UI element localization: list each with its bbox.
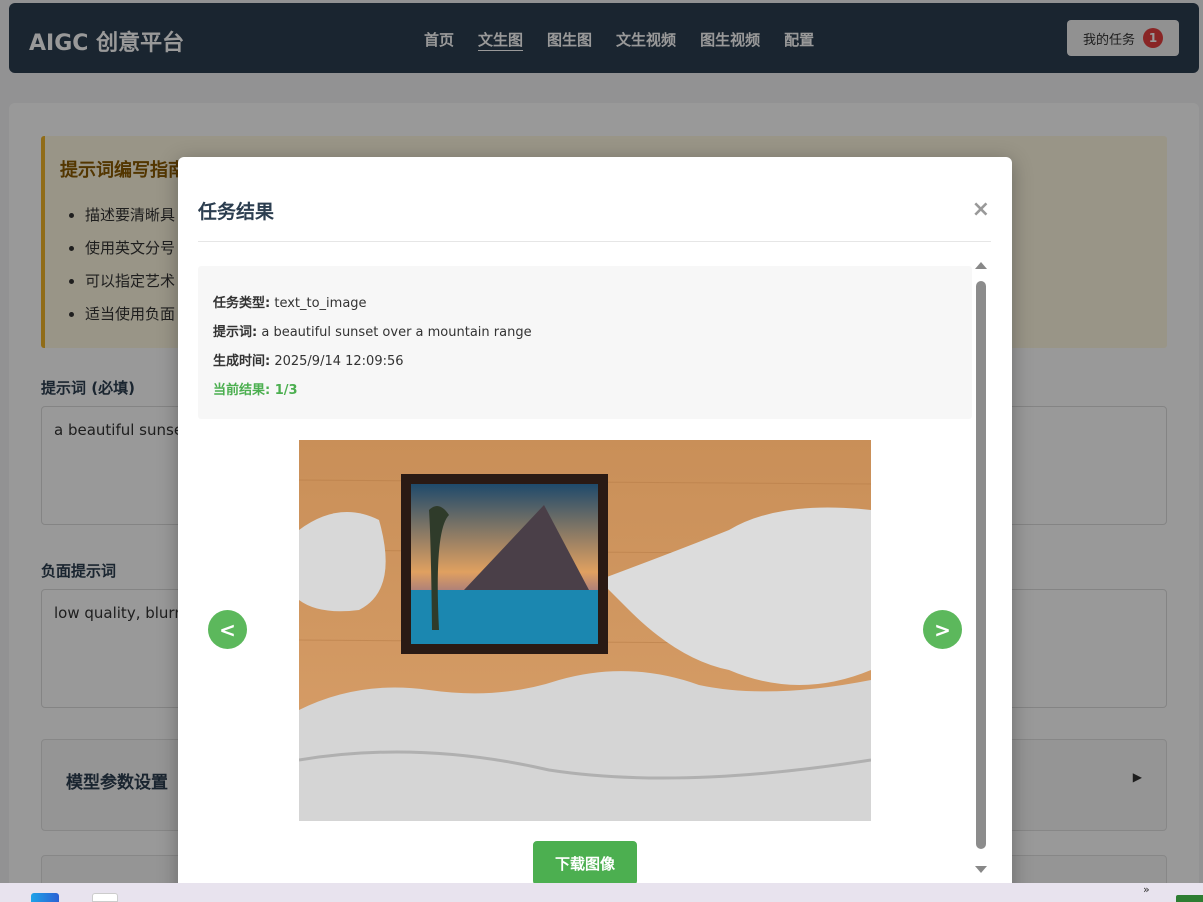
- app-icon[interactable]: [1176, 895, 1203, 902]
- prompt-info-label: 提示词:: [213, 325, 258, 340]
- time-value: 2025/9/14 12:09:56: [274, 354, 404, 369]
- os-taskbar: »: [0, 883, 1203, 902]
- prompt-row: 提示词: a beautiful sunset over a mountain …: [213, 321, 532, 340]
- modal-divider: [198, 241, 991, 242]
- close-icon[interactable]: ×: [972, 199, 990, 221]
- chevron-double-icon[interactable]: »: [1143, 883, 1150, 896]
- time-label: 生成时间:: [213, 354, 271, 369]
- task-type-label: 任务类型:: [213, 296, 271, 311]
- scroll-up-arrow-icon[interactable]: [975, 262, 987, 269]
- next-result-button[interactable]: >: [923, 610, 962, 649]
- task-result-modal: 任务结果 × 任务类型: text_to_image 提示词: a beauti…: [178, 157, 1012, 902]
- current-result: 当前结果: 1/3: [213, 383, 298, 398]
- task-info-panel: 任务类型: text_to_image 提示词: a beautiful sun…: [198, 266, 972, 419]
- app-icon[interactable]: [31, 893, 59, 902]
- modal-scrollbar[interactable]: [974, 257, 988, 882]
- time-row: 生成时间: 2025/9/14 12:09:56: [213, 350, 404, 369]
- app-icon[interactable]: [92, 893, 118, 902]
- prompt-info-value: a beautiful sunset over a mountain range: [261, 325, 532, 340]
- modal-title: 任务结果: [198, 201, 275, 223]
- download-image-button[interactable]: 下载图像: [533, 841, 637, 885]
- scroll-thumb[interactable]: [976, 281, 986, 849]
- previous-result-button[interactable]: <: [208, 610, 247, 649]
- generated-image: [299, 440, 871, 821]
- task-type-value: text_to_image: [274, 296, 367, 311]
- task-type-row: 任务类型: text_to_image: [213, 292, 367, 311]
- scroll-down-arrow-icon[interactable]: [975, 866, 987, 873]
